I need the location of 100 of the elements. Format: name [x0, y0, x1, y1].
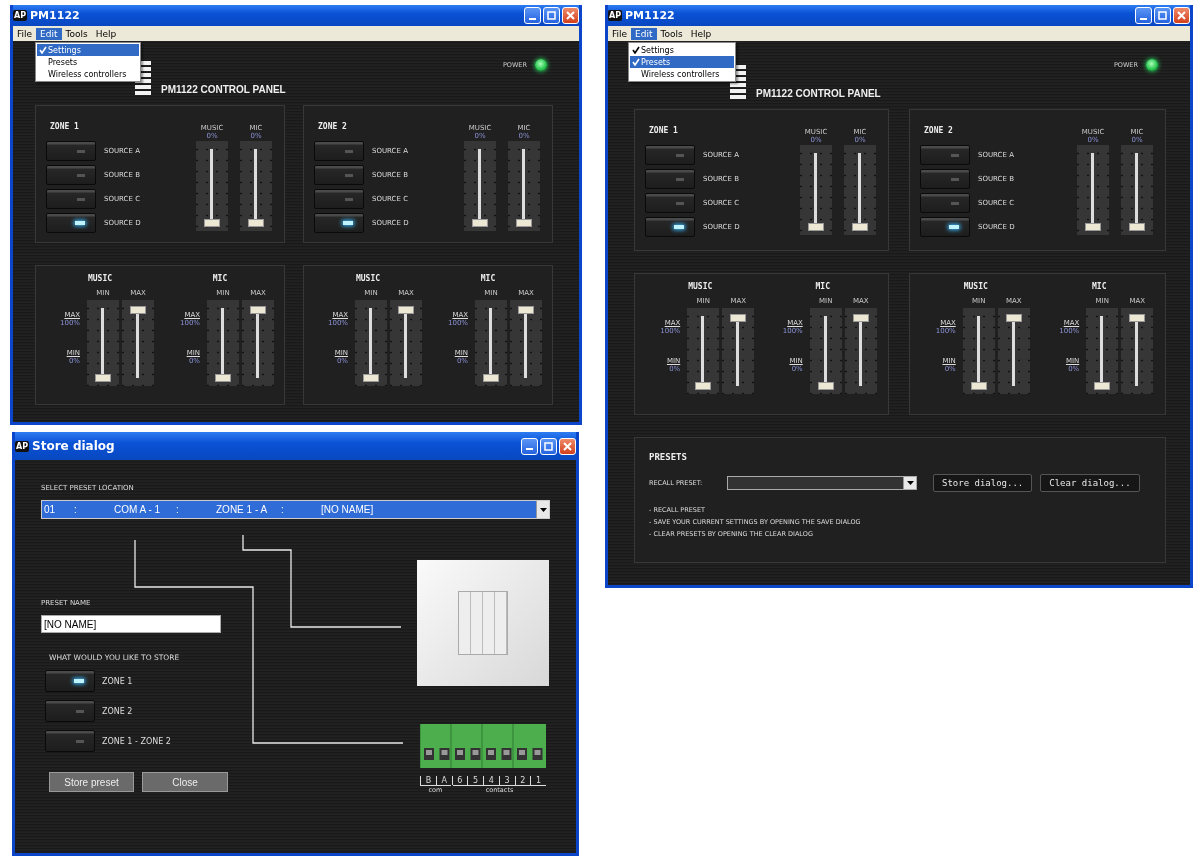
terminal-label: 1	[530, 776, 546, 785]
source-button[interactable]	[645, 217, 695, 237]
close-button[interactable]	[1173, 7, 1190, 24]
slider-thumb[interactable]	[817, 382, 834, 390]
slider-thumb[interactable]	[516, 219, 532, 227]
menu-item[interactable]: Tools	[656, 27, 687, 40]
slider[interactable]	[809, 308, 842, 394]
menu-item[interactable]: Help	[91, 27, 121, 40]
slider[interactable]	[196, 141, 228, 231]
slider-thumb[interactable]	[970, 382, 987, 390]
menu-item[interactable]: File	[13, 27, 37, 40]
slider[interactable]	[475, 300, 507, 386]
slider-thumb[interactable]	[398, 306, 414, 314]
slider[interactable]	[464, 141, 496, 231]
slider-thumb[interactable]	[1005, 314, 1022, 322]
menu-item[interactable]: Edit	[36, 27, 62, 40]
menu-option[interactable]: Presets	[630, 56, 734, 68]
slider-thumb[interactable]	[518, 306, 534, 314]
slider[interactable]	[687, 308, 720, 394]
slider[interactable]	[800, 145, 832, 235]
location-value: ZONE 1 - A	[216, 504, 269, 515]
maximize-button[interactable]	[543, 7, 560, 24]
slider[interactable]	[844, 308, 877, 394]
close-button[interactable]	[559, 437, 576, 455]
slider[interactable]	[355, 300, 387, 386]
slider[interactable]	[240, 141, 272, 231]
slider[interactable]	[122, 300, 154, 386]
slider-thumb[interactable]	[363, 374, 379, 382]
group-title: MUSIC	[687, 282, 714, 291]
menu-item[interactable]: Edit	[631, 27, 657, 40]
menu-option[interactable]: Presets	[37, 56, 139, 68]
menu-item[interactable]: Tools	[61, 27, 92, 40]
menu-item[interactable]: Help	[686, 27, 716, 40]
slider-thumb[interactable]	[1094, 382, 1111, 390]
slider[interactable]	[844, 145, 876, 235]
slider[interactable]	[722, 308, 755, 394]
slider[interactable]	[997, 308, 1030, 394]
slider-thumb[interactable]	[215, 374, 231, 382]
slider-thumb[interactable]	[95, 374, 111, 382]
minimize-button[interactable]	[521, 437, 538, 455]
terminal-label: 3	[498, 776, 515, 785]
maximize-button[interactable]	[1154, 7, 1171, 24]
slider[interactable]	[508, 141, 540, 231]
minimize-button[interactable]	[1135, 7, 1152, 24]
slider[interactable]	[242, 300, 274, 386]
slider-thumb[interactable]	[248, 219, 264, 227]
menu-item[interactable]: File	[608, 27, 632, 40]
maximize-icon	[544, 441, 553, 451]
menu-option[interactable]: Settings	[37, 44, 139, 56]
menu-option[interactable]: Settings	[630, 44, 734, 56]
location-value: :	[176, 504, 180, 515]
slider-thumb[interactable]	[204, 219, 220, 227]
slider[interactable]	[1121, 308, 1154, 394]
slider-thumb[interactable]	[483, 374, 499, 382]
slider[interactable]	[390, 300, 422, 386]
zone-option-button[interactable]	[45, 670, 95, 692]
slider-thumb[interactable]	[852, 223, 868, 231]
slider-thumb[interactable]	[1129, 223, 1145, 231]
minimize-icon	[529, 17, 536, 20]
slider[interactable]	[962, 308, 995, 394]
source-button[interactable]	[46, 213, 96, 233]
zone-title: ZONE 2	[318, 122, 348, 131]
source-button[interactable]	[314, 213, 364, 233]
dialog-button[interactable]: Close	[142, 772, 228, 792]
preset-name-field[interactable]: [NO NAME]	[41, 615, 221, 633]
window-title: Store dialog	[32, 439, 116, 453]
terminal-label: B	[420, 776, 436, 785]
minimize-button[interactable]	[524, 7, 541, 24]
slider-thumb[interactable]	[472, 219, 488, 227]
slider-thumb[interactable]	[250, 306, 266, 314]
dialog-button[interactable]: Store preset	[49, 772, 134, 792]
menu-option[interactable]: Wireless controllers	[37, 68, 139, 80]
group-title: MIC	[814, 282, 831, 291]
slider-thumb[interactable]	[1085, 223, 1101, 231]
preset-location-dropdown[interactable]: 01 : COM A - 1 : ZONE 1 - A : [NO NAME]	[41, 500, 550, 519]
slider[interactable]	[1086, 308, 1119, 394]
slider[interactable]	[207, 300, 239, 386]
zone-title: ZONE 2	[924, 126, 954, 135]
presets-title: PRESETS	[649, 452, 688, 462]
window-title: PM1122	[30, 9, 81, 22]
recall-dropdown[interactable]	[727, 476, 917, 490]
slider[interactable]	[1121, 145, 1153, 235]
maximize-button[interactable]	[540, 437, 557, 455]
slider-thumb[interactable]	[695, 382, 712, 390]
group-title: MUSIC	[354, 274, 382, 283]
option-label: ZONE 2	[102, 706, 133, 716]
slider[interactable]	[1077, 145, 1109, 235]
close-icon	[566, 11, 575, 20]
source-button[interactable]	[920, 217, 970, 237]
slider-thumb[interactable]	[730, 314, 747, 322]
menu-option[interactable]: Wireless controllers	[630, 68, 734, 80]
slider-thumb[interactable]	[852, 314, 869, 322]
dialog-button[interactable]: Clear dialog...	[1040, 474, 1140, 492]
slider[interactable]	[87, 300, 119, 386]
slider-thumb[interactable]	[808, 223, 824, 231]
dialog-button[interactable]: Store dialog...	[933, 474, 1033, 492]
slider[interactable]	[510, 300, 542, 386]
slider-thumb[interactable]	[130, 306, 146, 314]
slider-thumb[interactable]	[1129, 314, 1146, 322]
close-button[interactable]	[562, 7, 579, 24]
